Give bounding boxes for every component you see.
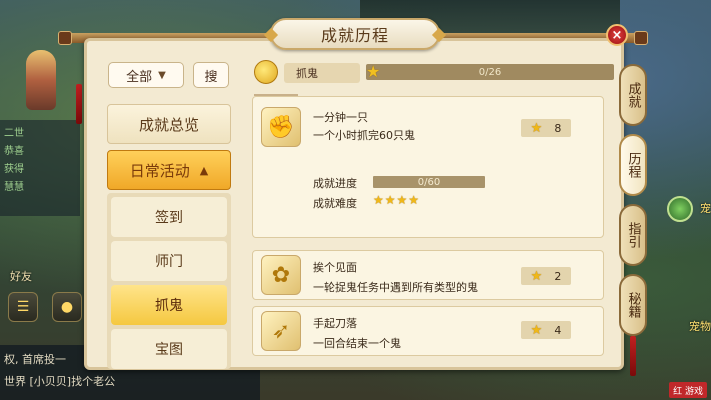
achievement-points: ★ 2 bbox=[521, 267, 571, 285]
filter-value: 全部 bbox=[126, 69, 153, 85]
tassel-left bbox=[76, 84, 82, 124]
difficulty-label: 成就难度 bbox=[313, 197, 357, 210]
subcategory-item-signin[interactable]: 签到 bbox=[111, 197, 227, 237]
chick-icon bbox=[254, 60, 278, 84]
category-daily[interactable]: 日常活动 ▲ bbox=[107, 150, 231, 190]
chevron-up-icon: ▲ bbox=[199, 163, 209, 177]
subcategory-list[interactable]: 签到 师门 抓鬼 宝图 bbox=[107, 193, 231, 369]
window-title-text: 成就历程 bbox=[320, 26, 389, 45]
summary-progress-bar: 0/26 bbox=[366, 64, 614, 80]
tab-label: 成就 bbox=[625, 82, 641, 108]
achievement-card[interactable]: ✿ 挨个见面 一轮捉鬼任务中遇到所有类型的鬼 ★ 2 bbox=[252, 250, 604, 300]
watermark-text: 红 游戏 bbox=[673, 386, 703, 397]
site-watermark: 红 游戏 bbox=[669, 382, 707, 398]
subcategory-label: 抓鬼 bbox=[155, 298, 183, 314]
achievement-card[interactable]: ✊ 一分钟一只 一个小时抓完60只鬼 ★ 8 成就进度 0/60 成就难度 ★★… bbox=[252, 96, 604, 238]
category-overview[interactable]: 成就总览 bbox=[107, 104, 231, 144]
star-icon: ★ bbox=[530, 268, 543, 284]
world-chat-line: 权, 首席投一 bbox=[4, 353, 66, 366]
rod-cap-right bbox=[634, 31, 648, 45]
achievement-content: 抓鬼 0/26 ★ ✊ 一分钟一只 一个小时抓完60只鬼 ★ 8 成就进度 0/… bbox=[244, 56, 614, 368]
pet-orb-icon[interactable] bbox=[667, 196, 693, 222]
points-value: 4 bbox=[554, 323, 562, 337]
progress-label: 成就进度 bbox=[313, 177, 357, 190]
pet-label: 宠 bbox=[700, 202, 711, 215]
summary-label-text: 抓鬼 bbox=[296, 67, 318, 80]
tab-guide[interactable]: 指引 bbox=[619, 204, 647, 266]
subcategory-item-sect[interactable]: 师门 bbox=[111, 241, 227, 281]
achievement-points: ★ 4 bbox=[521, 321, 571, 339]
close-icon: × bbox=[611, 27, 623, 43]
pet-label-2: 宠物 bbox=[689, 320, 711, 333]
tab-label: 秘籍 bbox=[625, 292, 641, 318]
search-label: 搜 bbox=[204, 69, 218, 85]
rod-cap-left bbox=[58, 31, 72, 45]
achievement-title: 挨个见面 bbox=[313, 261, 357, 274]
golden-flower-icon: ✿ bbox=[261, 255, 301, 295]
points-value: 2 bbox=[554, 269, 562, 283]
achievement-list[interactable]: ✊ 一分钟一只 一个小时抓完60只鬼 ★ 8 成就进度 0/60 成就难度 ★★… bbox=[252, 96, 606, 368]
tab-achievements[interactable]: 成就 bbox=[619, 64, 647, 126]
category-sidebar: 全部 ▼ 搜 成就总览 日常活动 ▲ 签到 师门 抓鬼 宝图 bbox=[97, 56, 237, 369]
subcategory-item-treasure[interactable]: 宝图 bbox=[111, 329, 227, 369]
achievement-title: 手起刀落 bbox=[313, 317, 357, 330]
star-icon: ★ bbox=[530, 322, 543, 338]
subcategory-label: 宝图 bbox=[155, 342, 183, 358]
points-value: 8 bbox=[554, 121, 562, 135]
achievement-desc: 一个小时抓完60只鬼 bbox=[313, 129, 415, 142]
chat-bubble-icon[interactable]: ☰ bbox=[8, 292, 38, 322]
world-chat-line: 世界 [小贝贝]找个老公 bbox=[4, 375, 116, 388]
chat-overlay: 二世 恭喜 获得 慧慧 bbox=[0, 120, 80, 216]
friends-label: 好友 bbox=[10, 270, 32, 283]
tassel-right bbox=[630, 336, 636, 376]
tab-secrets[interactable]: 秘籍 bbox=[619, 274, 647, 336]
tab-label: 历程 bbox=[625, 152, 641, 178]
close-button[interactable]: × bbox=[606, 24, 628, 46]
filter-dropdown[interactable]: 全部 ▼ bbox=[108, 62, 184, 88]
player-character bbox=[26, 50, 56, 110]
summary-progress: 0/26 bbox=[478, 66, 502, 78]
golden-gauntlet-icon: ✊ bbox=[261, 107, 301, 147]
chat-line: 二世 bbox=[4, 128, 24, 139]
achievement-card[interactable]: ➶ 手起刀落 一回合结束一个鬼 ★ 4 bbox=[252, 306, 604, 356]
achievement-progress-bar: 0/60 bbox=[373, 176, 485, 188]
tab-history[interactable]: 历程 bbox=[619, 134, 647, 196]
achievement-title: 一分钟一只 bbox=[313, 111, 368, 124]
chat-line: 获得 bbox=[4, 164, 24, 175]
star-icon: ★ bbox=[366, 62, 381, 81]
achievement-desc: 一回合结束一个鬼 bbox=[313, 337, 401, 350]
achievement-progress: 0/60 bbox=[417, 176, 441, 188]
tab-label: 指引 bbox=[625, 222, 641, 248]
category-summary: 抓鬼 0/26 ★ bbox=[254, 60, 614, 86]
golden-scroll-icon: ➶ bbox=[261, 311, 301, 351]
difficulty-stars: ★★★★ bbox=[373, 193, 421, 207]
chevron-down-icon: ▼ bbox=[158, 69, 166, 81]
subcategory-item-ghost[interactable]: 抓鬼 bbox=[111, 285, 227, 325]
achievement-points: ★ 8 bbox=[521, 119, 571, 137]
chat-line: 恭喜 bbox=[4, 146, 24, 157]
window-title: 成就历程 bbox=[270, 18, 440, 50]
chat-line: 慧慧 bbox=[4, 182, 24, 193]
subcategory-label: 签到 bbox=[155, 210, 183, 226]
subcategory-label: 师门 bbox=[155, 254, 183, 270]
summary-label: 抓鬼 bbox=[284, 63, 360, 83]
category-label: 成就总览 bbox=[138, 115, 199, 134]
search-button[interactable]: 搜 bbox=[193, 62, 229, 88]
category-label: 日常活动 bbox=[129, 161, 190, 180]
microphone-icon[interactable]: ● bbox=[52, 292, 82, 322]
star-icon: ★ bbox=[530, 120, 543, 136]
achievement-desc: 一轮捉鬼任务中遇到所有类型的鬼 bbox=[313, 281, 478, 294]
